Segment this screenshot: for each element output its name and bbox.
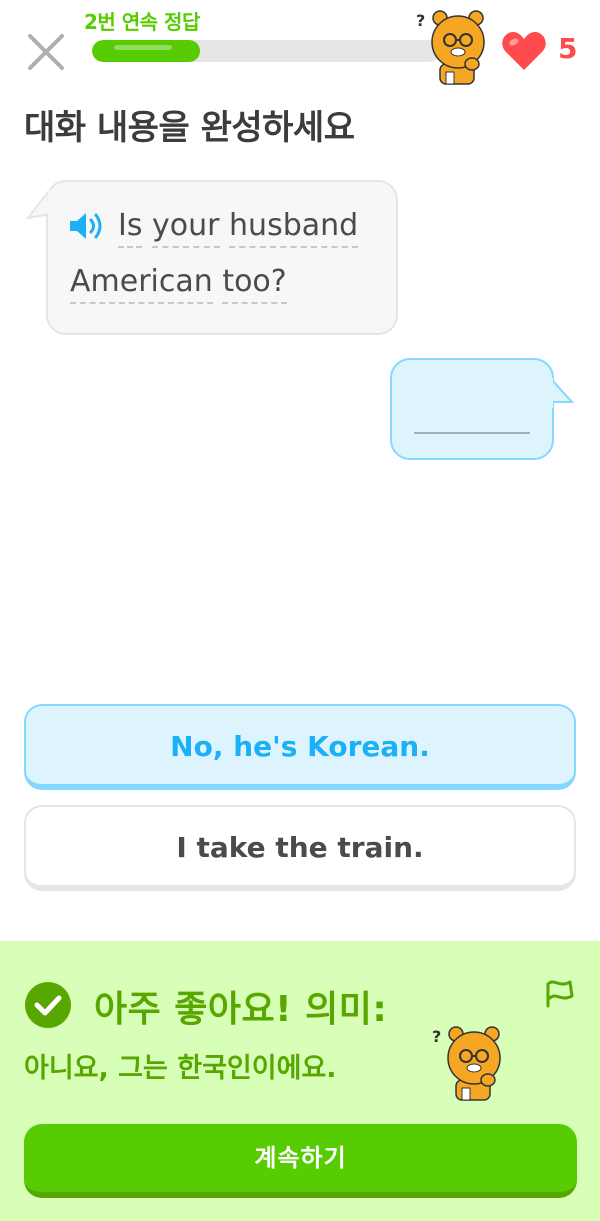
dialogue-word[interactable]: husband	[229, 208, 359, 248]
dialogue-line-1: Is your husband	[118, 208, 359, 248]
flag-icon[interactable]	[544, 976, 576, 1008]
thinking-lion-mascot-icon: ?	[416, 10, 485, 85]
option-no-hes-korean[interactable]: No, he's Korean.	[24, 704, 576, 790]
feedback-meaning: 아니요, 그는 한국인이에요.	[24, 1053, 337, 1084]
close-button[interactable]	[26, 32, 66, 72]
streak-label: 2번 연속 정답	[84, 10, 200, 34]
prompt-title: 대화 내용을 완성하세요	[24, 108, 355, 148]
continue-button[interactable]: 계속하기	[24, 1124, 577, 1198]
option-i-take-the-train[interactable]: I take the train.	[24, 805, 576, 891]
thinking-lion-mascot-icon: ?	[432, 1026, 501, 1101]
heart-icon	[502, 32, 546, 70]
close-icon	[28, 34, 64, 70]
dialogue-word[interactable]: your	[152, 208, 220, 248]
progress-fill	[92, 40, 200, 62]
feedback-title: 아주 좋아요! 의미:	[94, 989, 388, 1030]
progress-shine	[114, 45, 172, 50]
incoming-speech-bubble	[46, 180, 398, 335]
dialogue-line-2: American too?	[70, 264, 287, 304]
bubble-tail	[26, 190, 52, 220]
svg-text:?: ?	[432, 1027, 441, 1046]
reply-speech-bubble	[390, 358, 554, 460]
hearts-count: 5	[558, 32, 578, 65]
lesson-progress-bar	[92, 40, 440, 62]
answer-blank	[414, 432, 530, 434]
svg-text:?: ?	[416, 11, 425, 30]
dialogue-word[interactable]: Is	[118, 208, 143, 248]
check-icon	[25, 982, 71, 1028]
bubble-tail	[548, 378, 574, 408]
dialogue-word[interactable]: American	[70, 264, 213, 304]
speaker-icon[interactable]	[68, 211, 106, 241]
dialogue-word[interactable]: too?	[222, 264, 287, 304]
